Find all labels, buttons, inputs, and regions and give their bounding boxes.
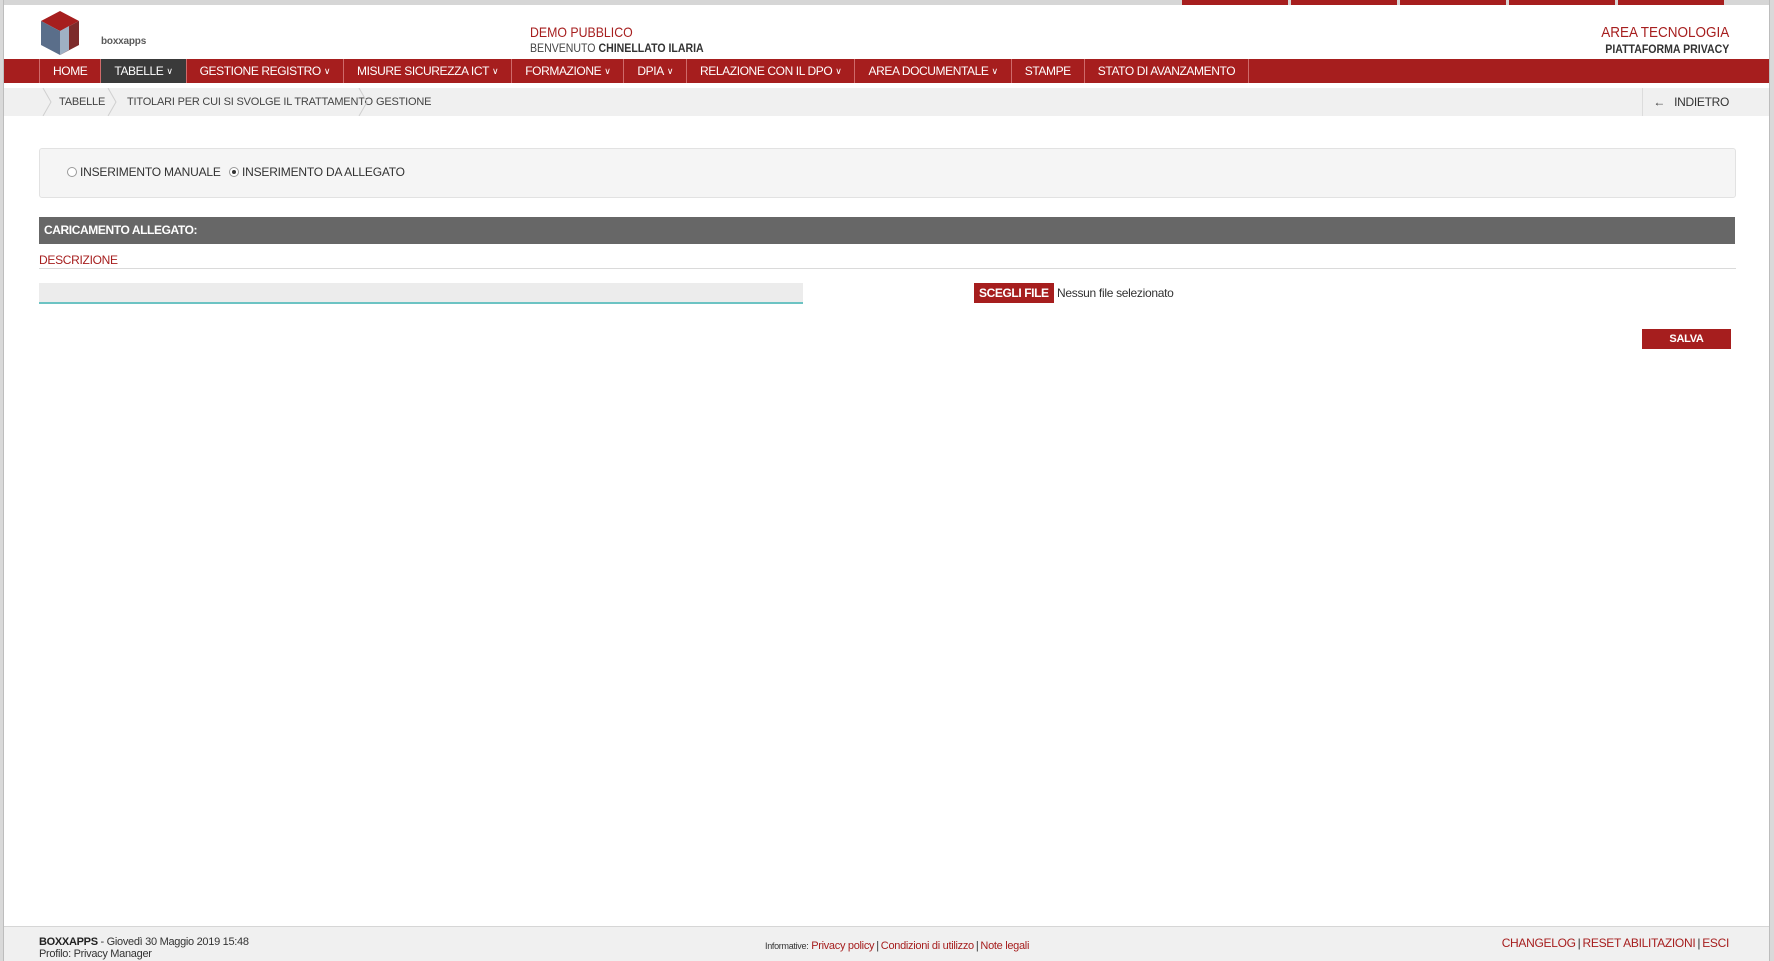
back-button[interactable]: ← INDIETRO — [1642, 88, 1729, 116]
top-tab[interactable] — [1291, 0, 1397, 5]
chevron-down-icon: ∨ — [604, 66, 611, 76]
informative-label: Informative: — [765, 941, 809, 951]
breadcrumb-separator-icon — [107, 88, 117, 116]
insert-mode-panel: INSERIMENTO MANUALE INSERIMENTO DA ALLEG… — [39, 148, 1736, 198]
nav-item-formazione[interactable]: FORMAZIONE ∨ — [512, 59, 625, 83]
app-window: boxxapps DEMO PUBBLICO BENVENUTO CHINELL… — [3, 0, 1770, 961]
nav-item-area-documentale[interactable]: AREA DOCUMENTALE ∨ — [855, 59, 1012, 83]
nav-label: DPIA — [637, 64, 664, 78]
nav-item-stato-avanzamento[interactable]: STATO DI AVANZAMENTO — [1085, 59, 1250, 83]
nav-label: HOME — [53, 64, 88, 78]
breadcrumb-item-tabelle[interactable]: TABELLE — [59, 88, 105, 116]
header-center: DEMO PUBBLICO BENVENUTO CHINELLATO ILARI… — [530, 24, 727, 55]
radio-attachment[interactable]: INSERIMENTO DA ALLEGATO — [229, 165, 405, 179]
divider — [39, 268, 1736, 269]
welcome-prefix: BENVENUTO — [530, 41, 596, 55]
nav-item-dpia[interactable]: DPIA ∨ — [624, 59, 688, 83]
user-name: CHINELLATO ILARIA — [598, 41, 704, 55]
chevron-down-icon: ∨ — [991, 66, 999, 76]
nav-label: GESTIONE REGISTRO — [199, 64, 322, 78]
radio-manual-icon[interactable] — [67, 167, 77, 177]
description-label: DESCRIZIONE — [39, 253, 118, 267]
reset-permissions-link[interactable]: RESET ABILITAZIONI — [1583, 936, 1696, 950]
chevron-down-icon: ∨ — [166, 66, 173, 76]
breadcrumb-item-gestione: GESTIONE — [376, 96, 432, 108]
logout-link[interactable]: ESCI — [1702, 936, 1729, 950]
radio-attachment-icon[interactable] — [229, 167, 239, 177]
top-tab[interactable] — [1400, 0, 1506, 5]
footer-profile: Profilo: Privacy Manager — [39, 948, 152, 960]
welcome-text: BENVENUTO CHINELLATO ILARIA — [530, 41, 704, 55]
demo-label: DEMO PUBBLICO — [530, 24, 633, 40]
top-tab[interactable] — [1618, 0, 1724, 5]
nav-label: TABELLE — [114, 64, 164, 78]
boxxapps-logo[interactable]: boxxapps — [39, 9, 146, 57]
terms-link[interactable]: Condizioni di utilizzo — [881, 940, 974, 952]
chevron-down-icon: ∨ — [835, 66, 842, 76]
nav-item-relazione-dpo[interactable]: RELAZIONE CON IL DPO ∨ — [687, 59, 856, 83]
cube-logo-icon — [41, 11, 79, 55]
breadcrumb: TABELLE TITOLARI PER CUI SI SVOLGE IL TR… — [4, 88, 1769, 116]
breadcrumb-separator-icon — [42, 88, 52, 116]
nav-label: MISURE SICUREZZA ICT — [357, 64, 490, 78]
top-tabs-strip — [1182, 0, 1724, 5]
nav-label: AREA DOCUMENTALE — [868, 64, 989, 78]
header-right: AREA TECNOLOGIA PIATTAFORMA PRIVACY — [1587, 24, 1729, 56]
file-status: Nessun file selezionato — [1057, 286, 1174, 300]
main-nav: HOME TABELLE ∨ GESTIONE REGISTRO ∨ MISURE … — [4, 59, 1769, 83]
logo-text: boxxapps — [101, 36, 147, 47]
nav-label: FORMAZIONE — [525, 64, 602, 78]
footer-informative: Informative: Privacy policy | Condizioni d… — [765, 940, 1030, 952]
chevron-down-icon: ∨ — [492, 66, 499, 76]
legal-notes-link[interactable]: Note legali — [980, 940, 1029, 952]
choose-file-button[interactable]: SCEGLI FILE — [974, 283, 1054, 303]
top-tab[interactable] — [1182, 0, 1288, 5]
nav-item-misure-sicurezza-ict[interactable]: MISURE SICUREZZA ICT ∨ — [344, 59, 513, 83]
top-tab[interactable] — [1509, 0, 1615, 5]
arrow-left-icon: ← — [1653, 95, 1666, 109]
privacy-policy-link[interactable]: Privacy policy — [811, 940, 874, 952]
nav-item-stampe[interactable]: STAMPE — [1012, 59, 1085, 83]
radio-attachment-label: INSERIMENTO DA ALLEGATO — [242, 165, 405, 179]
section-title: CARICAMENTO ALLEGATO: — [39, 217, 1735, 244]
changelog-link[interactable]: CHANGELOG — [1502, 936, 1576, 950]
nav-label: RELAZIONE CON IL DPO — [700, 64, 833, 78]
footer: BOXXAPPS - Giovedì 30 Maggio 2019 15:48 … — [4, 926, 1769, 961]
breadcrumb-item-titolari[interactable]: TITOLARI PER CUI SI SVOLGE IL TRATTAMENT… — [127, 88, 373, 116]
description-input[interactable] — [39, 283, 803, 304]
nav-label: STATO DI AVANZAMENTO — [1097, 64, 1236, 78]
nav-item-home[interactable]: HOME — [39, 59, 102, 83]
nav-item-tabelle[interactable]: TABELLE ∨ — [101, 59, 187, 83]
back-label: INDIETRO — [1674, 95, 1729, 109]
radio-manual[interactable]: INSERIMENTO MANUALE — [67, 165, 221, 179]
chevron-down-icon: ∨ — [666, 66, 674, 76]
footer-actions: CHANGELOG | RESET ABILITAZIONI | ESCI — [1501, 936, 1730, 950]
save-button[interactable]: SALVA — [1642, 329, 1731, 349]
footer-datetime: - Giovedì 30 Maggio 2019 15:48 — [100, 936, 249, 948]
chevron-down-icon: ∨ — [323, 66, 331, 76]
footer-brand: BOXXAPPS — [39, 936, 98, 948]
radio-manual-label: INSERIMENTO MANUALE — [80, 165, 221, 179]
platform-label: PIATTAFORMA PRIVACY — [1605, 42, 1729, 56]
footer-info: BOXXAPPS - Giovedì 30 Maggio 2019 15:48 … — [39, 936, 249, 960]
breadcrumb-separator-icon — [358, 88, 368, 116]
nav-label: STAMPE — [1024, 64, 1071, 78]
nav-item-gestione-registro[interactable]: GESTIONE REGISTRO ∨ — [187, 59, 345, 83]
area-label: AREA TECNOLOGIA — [1600, 24, 1729, 41]
